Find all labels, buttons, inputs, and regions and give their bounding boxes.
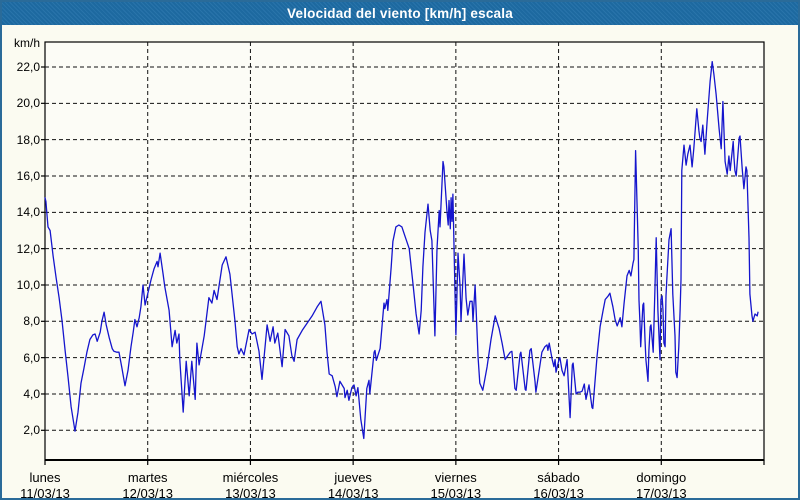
y-tick-label: 6,0	[4, 351, 40, 365]
y-tick-label: 16,0	[4, 169, 40, 183]
y-tick-label: 22,0	[4, 60, 40, 74]
x-day-label: viernes15/03/13	[401, 470, 511, 500]
day-date: 13/03/13	[195, 486, 305, 500]
day-date: 17/03/13	[606, 486, 716, 500]
y-tick-label: 18,0	[4, 133, 40, 147]
y-axis-unit-label: km/h	[4, 36, 40, 50]
day-name: martes	[93, 470, 203, 485]
y-tick-label: 4,0	[4, 387, 40, 401]
x-day-label: martes12/03/13	[93, 470, 203, 500]
y-tick-label: 2,0	[4, 423, 40, 437]
y-tick-label: 10,0	[4, 278, 40, 292]
day-name: domingo	[606, 470, 716, 485]
day-name: viernes	[401, 470, 511, 485]
y-tick-label: 14,0	[4, 205, 40, 219]
day-date: 14/03/13	[298, 486, 408, 500]
day-name: miércoles	[195, 470, 305, 485]
day-name: lunes	[0, 470, 100, 485]
x-day-label: domingo17/03/13	[606, 470, 716, 500]
day-date: 12/03/13	[93, 486, 203, 500]
y-tick-label: 12,0	[4, 242, 40, 256]
x-day-label: lunes11/03/13	[0, 470, 100, 500]
day-name: jueves	[298, 470, 408, 485]
x-day-label: jueves14/03/13	[298, 470, 408, 500]
x-day-label: sábado16/03/13	[504, 470, 614, 500]
x-day-label: miércoles13/03/13	[195, 470, 305, 500]
wind-speed-window: Velocidad del viento [km/h] escala km/h …	[0, 0, 800, 500]
day-name: sábado	[504, 470, 614, 485]
day-date: 11/03/13	[0, 486, 100, 500]
y-tick-label: 8,0	[4, 314, 40, 328]
day-date: 16/03/13	[504, 486, 614, 500]
day-date: 15/03/13	[401, 486, 511, 500]
wind-speed-chart	[2, 2, 800, 500]
y-tick-label: 20,0	[4, 96, 40, 110]
